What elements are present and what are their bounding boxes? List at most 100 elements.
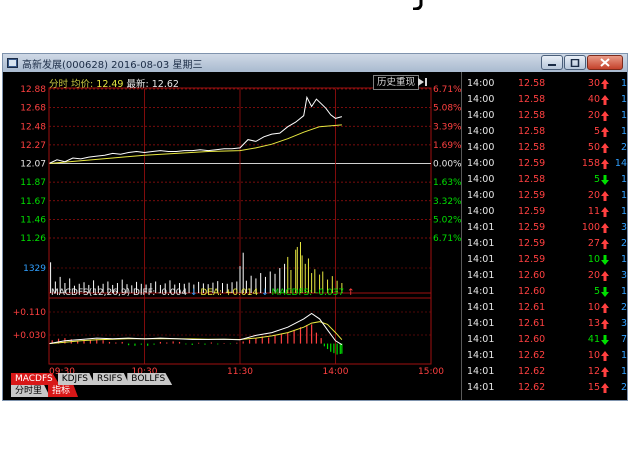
tick-row[interactable]: 14:00 12.58 20 1 [462, 108, 627, 124]
tick-price: 12.58 [518, 78, 546, 89]
tick-count: 1 [620, 110, 627, 121]
last-label: 最新: [126, 79, 149, 90]
arrow-up-icon [601, 143, 609, 153]
tick-time: 14:00 [467, 174, 495, 185]
arrow-up-icon [601, 111, 609, 121]
skip-forward-icon[interactable] [416, 76, 428, 88]
tick-row[interactable]: 14:01 12.60 20 3 [462, 268, 627, 284]
tick-count: 1 [620, 350, 627, 361]
pct-axis-label: 3.39% [433, 122, 461, 132]
tab-macdfs[interactable]: MACDFS [11, 373, 60, 385]
tick-row[interactable]: 14:01 12.62 10 1 [462, 348, 627, 364]
tick-volume: 20 [587, 110, 600, 121]
tick-time: 14:01 [467, 334, 495, 345]
mode-label: 分时 [49, 79, 69, 90]
arrow-up-icon [601, 351, 609, 361]
dea-line [48, 321, 343, 345]
arrow-up-icon [601, 223, 609, 233]
price-axis-label: 11.67 [20, 197, 46, 207]
history-replay-button[interactable]: 历史重现 [373, 75, 420, 90]
pct-axis-label: 5.02% [433, 215, 461, 225]
tick-count: 1 [620, 286, 627, 297]
tick-time: 14:00 [467, 190, 495, 201]
tick-row[interactable]: 14:00 12.59 11 1 [462, 204, 627, 220]
tick-row[interactable]: 14:00 12.59 20 1 [462, 188, 627, 204]
tick-row[interactable]: 14:01 12.60 5 1 [462, 284, 627, 300]
tick-volume: 41 [587, 334, 600, 345]
tick-row[interactable]: 14:01 12.59 10 1 [462, 252, 627, 268]
intraday-chart[interactable]: 12.88 6.71% 12.68 5.08% 12.48 3.39% 12.27 1.69%… [3, 72, 461, 400]
volume-axis-label: 1329 [23, 264, 46, 274]
minimize-icon [548, 63, 556, 66]
tick-volume: 27 [587, 238, 600, 249]
tick-time: 14:00 [467, 94, 495, 105]
tick-time: 14:01 [467, 318, 495, 329]
tick-row[interactable]: 14:00 12.58 5 1 [462, 124, 627, 140]
arrow-up-icon [601, 271, 609, 281]
macd-header: MACDFS(12,26,9) DIFF: -0.004 ↓ DEA: +0.0… [51, 288, 355, 298]
title-bar[interactable]: 高新发展(000628) 2016-08-03 星期三 [3, 54, 627, 72]
tick-count: 1 [620, 174, 627, 185]
tab-timeshare[interactable]: 分时里 [11, 385, 51, 397]
tick-time: 14:00 [467, 126, 495, 137]
tick-row[interactable]: 14:00 12.58 40 1 [462, 92, 627, 108]
tick-row[interactable]: 14:00 12.58 50 2 [462, 140, 627, 156]
tab-rsifs[interactable]: RSIFS [92, 373, 130, 385]
tick-volume: 10 [587, 302, 600, 313]
maximize-button[interactable] [564, 55, 586, 70]
tick-list[interactable]: 14:00 12.58 30 1 14:00 12.58 40 1 14:00 12.58 20 1 1… [461, 72, 627, 400]
tick-row[interactable]: 14:01 12.61 10 2 [462, 300, 627, 316]
arrow-up-icon [601, 207, 609, 217]
tick-count: 1 [620, 78, 627, 89]
arrow-up-icon [601, 367, 609, 377]
tick-row[interactable]: 14:01 12.62 15 2 [462, 380, 627, 396]
tab-indicator[interactable]: 指标 [48, 385, 79, 397]
arrow-up-icon [601, 159, 609, 169]
chart-area[interactable]: 12.88 6.71% 12.68 5.08% 12.48 3.39% 12.27 1.69%… [3, 72, 461, 400]
tick-price: 12.62 [518, 366, 546, 377]
tick-price: 12.60 [518, 270, 546, 281]
arrow-down-icon [601, 175, 609, 185]
close-button[interactable] [587, 55, 623, 70]
tick-volume: 30 [587, 78, 600, 89]
tick-volume: 5 [593, 174, 600, 185]
indicator-tabs: MACDFS KDJFS RSIFS BOLLFS [11, 373, 173, 385]
tick-time: 14:01 [467, 238, 495, 249]
tick-row[interactable]: 14:01 12.59 100 3 [462, 220, 627, 236]
chart-header: 分时 均价: 12.49 最新: 12.62 [49, 76, 179, 90]
pct-axis-label: 3.32% [433, 197, 461, 207]
tick-row[interactable]: 14:00 12.58 5 1 [462, 172, 627, 188]
minimize-button[interactable] [541, 55, 563, 70]
tick-price: 12.61 [518, 302, 546, 313]
tick-price: 12.59 [518, 238, 546, 249]
tick-time: 14:01 [467, 254, 495, 265]
tick-row[interactable]: 14:01 12.62 12 1 [462, 364, 627, 380]
tick-price: 12.60 [518, 334, 546, 345]
tab-bollfs[interactable]: BOLLFS [127, 373, 173, 385]
arrow-down-icon [601, 287, 609, 297]
tick-row[interactable]: 14:00 12.58 30 1 [462, 76, 627, 92]
tick-volume: 10 [587, 350, 600, 361]
tick-volume: 5 [593, 286, 600, 297]
tick-row[interactable]: 14:01 12.60 41 7 [462, 332, 627, 348]
price-axis-label: 12.88 [20, 85, 46, 95]
tick-price: 12.62 [518, 350, 546, 361]
tick-price: 12.61 [518, 318, 546, 329]
tick-volume: 5 [593, 126, 600, 137]
arrow-up-icon [601, 95, 609, 105]
price-axis-label: 12.48 [20, 122, 46, 132]
tick-row[interactable]: 14:00 12.59 158 14 [462, 156, 627, 172]
stock-window: 高新发展(000628) 2016-08-03 星期三 12.88 6.71% 12… [3, 54, 627, 400]
tick-time: 14:00 [467, 78, 495, 89]
window-title: 高新发展(000628) 2016-08-03 星期三 [22, 59, 203, 71]
pct-axis-label: 1.69% [433, 141, 461, 151]
tick-row[interactable]: 14:01 12.59 27 2 [462, 236, 627, 252]
tab-kdjfs[interactable]: KDJFS [57, 373, 95, 385]
tick-row[interactable]: 14:01 12.61 13 3 [462, 316, 627, 332]
tick-time: 14:01 [467, 382, 495, 393]
price-axis-label: 12.27 [20, 141, 46, 151]
tick-volume: 20 [587, 190, 600, 201]
tick-price: 12.59 [518, 222, 546, 233]
tick-count: 3 [620, 270, 627, 281]
tick-count: 14 [614, 158, 627, 169]
